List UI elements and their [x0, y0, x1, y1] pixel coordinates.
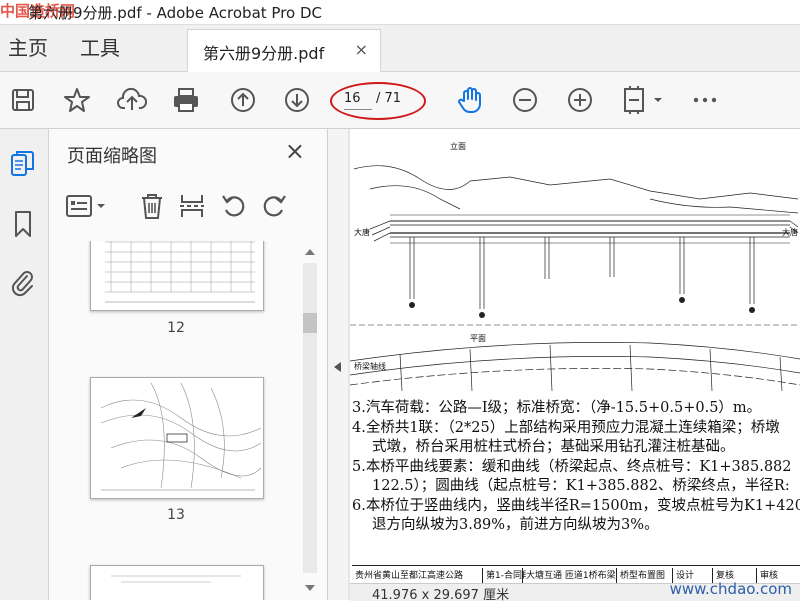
window-title: 第六册9分册.pdf - Adobe Acrobat Pro DC — [28, 4, 323, 22]
page-up-icon[interactable] — [226, 84, 260, 116]
scroll-thumb[interactable] — [303, 313, 317, 333]
page-thumbnail[interactable] — [90, 565, 264, 600]
zoom-in-icon[interactable] — [563, 84, 597, 116]
print-icon[interactable] — [169, 84, 203, 116]
page-size-readout: 41.976 x 29.697 厘米 — [372, 588, 510, 603]
upload-icon[interactable] — [115, 84, 149, 116]
bookmark-star-icon[interactable] — [60, 84, 94, 116]
panel-title: 页面缩略图 — [67, 146, 157, 167]
thumbnail-list: 12 13 — [49, 241, 299, 600]
page-down-icon[interactable] — [280, 84, 314, 116]
tab-document-label: 第六册9分册.pdf — [203, 44, 325, 63]
left-navigation-rail — [0, 129, 49, 600]
bridge-drawing: 立面 大唐 大唐 平面 桥梁轴线 — [350, 141, 800, 392]
bridge-axis-label: 桥梁轴线 — [354, 361, 386, 371]
scroll-down-icon[interactable] — [301, 579, 319, 597]
note-line: 6.本桥位于竖曲线内，竖曲线半径R=1500m，变坡点桩号为K1+420. — [352, 497, 800, 514]
page-thumbnails-icon[interactable] — [6, 147, 40, 181]
options-menu-icon[interactable] — [65, 190, 109, 222]
collapse-arrow-icon[interactable] — [328, 357, 348, 377]
pdf-page: 立面 大唐 大唐 平面 桥梁轴线 3.汽车荷载：公路—I级；标准桥宽：（净-15… — [350, 129, 800, 600]
scroll-up-icon[interactable] — [301, 243, 319, 261]
tab-tools[interactable]: 工具 — [80, 25, 120, 71]
extract-pages-icon[interactable] — [177, 190, 207, 222]
more-icon[interactable] — [688, 84, 722, 116]
elevation-label: 立面 — [450, 141, 466, 151]
document-view[interactable]: 立面 大唐 大唐 平面 桥梁轴线 3.汽车荷载：公路—I级；标准桥宽：（净-15… — [348, 129, 800, 600]
main-toolbar: 16 / 71 — [0, 72, 800, 129]
page-thumbnail[interactable] — [90, 241, 264, 311]
note-line: 3.汽车荷载：公路—I级；标准桥宽：（净-15.5+0.5+0.5）m。 — [352, 400, 762, 416]
bookmarks-icon[interactable] — [6, 207, 40, 241]
tab-bar: 主页 工具 第六册9分册.pdf × — [0, 25, 800, 72]
panel-scrollbar[interactable] — [301, 241, 319, 600]
title-bar: 中国造桥网 第六册9分册.pdf - Adobe Acrobat Pro DC — [0, 0, 800, 25]
rotate-left-icon[interactable] — [219, 190, 249, 222]
delete-pages-icon[interactable] — [137, 190, 167, 222]
rotate-right-icon[interactable] — [259, 190, 289, 222]
note-line: 122.5）；圆曲线（起点桩号：K1+385.882、桥梁终点，半径R: — [372, 478, 790, 494]
right-end-label: 大唐 — [782, 227, 798, 237]
tab-close-icon[interactable]: × — [355, 40, 368, 59]
tab-document[interactable]: 第六册9分册.pdf × — [187, 29, 381, 72]
note-line: 式墩，桥台采用桩柱式桥台；基础采用钻孔灌注桩基础。 — [372, 439, 735, 455]
red-annotation-circle — [330, 82, 426, 120]
panel-collapse-handle[interactable] — [328, 129, 348, 600]
scroll-track[interactable] — [303, 263, 317, 573]
zoom-out-icon[interactable] — [508, 84, 542, 116]
plan-label: 平面 — [470, 334, 486, 343]
thumbnail-label: 12 — [167, 320, 185, 336]
save-icon[interactable] — [6, 84, 40, 116]
tab-home[interactable]: 主页 — [8, 25, 48, 71]
fit-page-icon[interactable] — [618, 84, 666, 116]
note-line: 4.全桥共1联：（2*25）上部结构采用预应力混凝土连续箱梁；桥墩 — [352, 419, 780, 436]
site-watermark: www.chdao.com — [669, 580, 792, 598]
note-line: 退方向纵坡为3.89%，前进方向纵坡为3%。 — [372, 517, 659, 533]
left-end-label: 大唐 — [354, 227, 370, 237]
hand-icon[interactable] — [453, 84, 487, 116]
design-notes: 3.汽车荷载：公路—I级；标准桥宽：（净-15.5+0.5+0.5）m。 4.全… — [352, 399, 800, 536]
thumbnail-label: 13 — [167, 507, 185, 523]
panel-close-icon[interactable]: × — [285, 137, 305, 165]
thumbnail-panel: 页面缩略图 × 12 13 — [49, 129, 328, 600]
panel-toolbar — [59, 184, 319, 230]
attachments-icon[interactable] — [6, 265, 40, 299]
page-thumbnail[interactable] — [90, 377, 264, 499]
note-line: 5.本桥平曲线要素：缓和曲线（桥梁起点、终点桩号：K1+385.882 — [352, 458, 792, 475]
